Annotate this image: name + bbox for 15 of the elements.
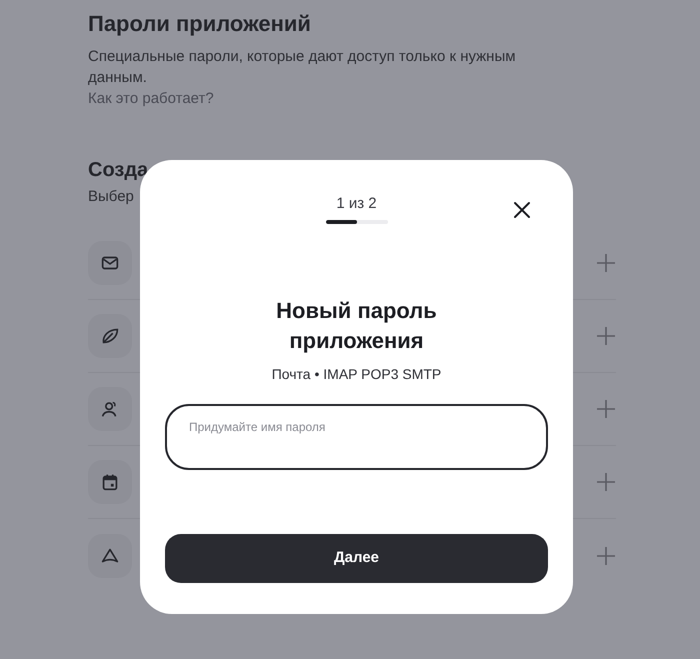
dialog-title: Новый пароль приложения [275,297,438,355]
dialog-subtitle: Почта • IMAP POP3 SMTP [272,365,442,384]
section-subtitle: Выбер [88,187,134,207]
section-title: Созда [88,158,148,183]
add-icon[interactable] [596,546,616,566]
page-description: Специальные пароли, которые дают доступ только к нужным данным. [88,47,517,88]
page-title: Пароли приложений [88,10,312,38]
step-counter: 1 из 2 [336,194,377,214]
add-icon[interactable] [596,472,616,492]
add-icon[interactable] [596,399,616,419]
next-button[interactable]: Далее [165,534,548,583]
add-icon[interactable] [596,253,616,273]
password-name-field[interactable]: Придумайте имя пароля [165,404,548,470]
add-icon[interactable] [596,326,616,346]
close-icon[interactable] [512,200,532,220]
